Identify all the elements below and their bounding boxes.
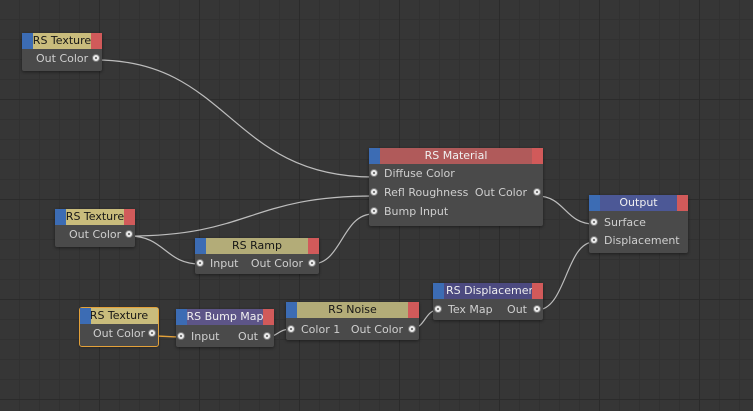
ports-row: Color 1 Out Color (286, 320, 419, 339)
ports-row: Input Out (176, 327, 274, 346)
input-row-displacement: Displacement (589, 231, 688, 250)
input-row-bump: Bump Input (369, 205, 543, 225)
ports-row: Tex Map Out (433, 300, 543, 319)
output-row: Out Color (55, 225, 135, 244)
output-port[interactable] (533, 188, 541, 196)
input-port-bump-input[interactable] (370, 207, 378, 215)
output-row: Out Color (22, 49, 102, 68)
rs-bump-map-node[interactable]: RS Bump Map Input Out (176, 309, 274, 347)
port-label: Out Color (36, 52, 89, 65)
rs-material-node[interactable]: RS Material Diffuse Color Refl Roughness… (369, 148, 543, 226)
port-label: Displacement (604, 234, 680, 247)
node-title: RS Ramp (232, 239, 282, 252)
output-port[interactable] (125, 230, 133, 238)
rs-texture-node-1[interactable]: RS Texture Out Color (22, 33, 102, 71)
node-title: Output (619, 196, 658, 209)
port-label: Color 1 (301, 323, 341, 336)
node-header[interactable]: RS Displacement (433, 283, 543, 299)
node-header[interactable]: RS Material (369, 148, 543, 164)
port-label: Out Color (69, 228, 122, 241)
port-label: Input (210, 257, 239, 270)
output-node[interactable]: Output Surface Displacement (589, 195, 688, 253)
input-port[interactable] (177, 332, 185, 340)
rs-texture-node-3[interactable]: RS Texture Out Color (79, 307, 159, 347)
port-label: Out Color (474, 186, 527, 199)
input-row-surface: Surface (589, 213, 688, 232)
input-port[interactable] (434, 305, 442, 313)
output-port[interactable] (92, 54, 100, 62)
wire-tex2-to-ramp[interactable] (128, 235, 201, 265)
node-title: RS Material (424, 149, 488, 162)
ports-row: Input Out Color (195, 254, 319, 273)
port-label: Input (191, 330, 220, 343)
port-label: Out Color (250, 257, 303, 270)
output-port[interactable] (263, 332, 271, 340)
node-title: RS Noise (328, 303, 377, 316)
node-header[interactable]: Output (589, 195, 688, 211)
port-label: Out (507, 303, 527, 316)
wire-displacement-to-output[interactable] (536, 241, 595, 311)
input-port-diffuse-color[interactable] (370, 169, 378, 177)
input-port-displacement[interactable] (590, 236, 598, 244)
output-port[interactable] (533, 305, 541, 313)
port-label: Bump Input (384, 205, 449, 218)
node-title: RS Displacement (446, 284, 540, 297)
node-title: RS Texture (65, 210, 125, 223)
wire-material-to-surface[interactable] (536, 195, 595, 225)
input-port-surface[interactable] (590, 218, 598, 226)
input-port[interactable] (287, 325, 295, 333)
port-label: Refl Roughness (384, 186, 469, 199)
node-title: RS Bump Map (186, 310, 264, 323)
node-header[interactable]: RS Texture (80, 308, 158, 324)
input-port[interactable] (196, 259, 204, 267)
output-port[interactable] (148, 329, 156, 337)
port-label: Out Color (350, 323, 403, 336)
output-row: Out Color (80, 324, 158, 343)
rs-noise-node[interactable]: RS Noise Color 1 Out Color (286, 302, 419, 340)
port-label: Diffuse Color (384, 167, 455, 180)
rs-displacement-node[interactable]: RS Displacement Tex Map Out (433, 283, 543, 320)
port-label: Out Color (93, 327, 146, 340)
output-port[interactable] (308, 259, 316, 267)
node-header[interactable]: RS Texture (22, 33, 102, 49)
rs-texture-node-2[interactable]: RS Texture Out Color (55, 209, 135, 247)
node-header[interactable]: RS Bump Map (176, 309, 274, 325)
node-title: RS Texture (32, 34, 92, 47)
port-label: Tex Map (448, 303, 493, 316)
node-header[interactable]: RS Texture (55, 209, 135, 225)
rs-ramp-node[interactable]: RS Ramp Input Out Color (195, 238, 319, 274)
wire-tex2-to-refl[interactable] (128, 195, 374, 237)
node-header[interactable]: RS Ramp (195, 238, 319, 254)
port-label: Surface (604, 216, 646, 229)
node-header[interactable]: RS Noise (286, 302, 419, 318)
wire-tex1-to-diffuse[interactable] (95, 59, 374, 178)
node-title: RS Texture (89, 309, 149, 322)
output-port[interactable] (408, 325, 416, 333)
port-label: Out (238, 330, 258, 343)
input-port-refl-roughness[interactable] (370, 188, 378, 196)
wire-ramp-to-bump[interactable] (311, 213, 374, 265)
